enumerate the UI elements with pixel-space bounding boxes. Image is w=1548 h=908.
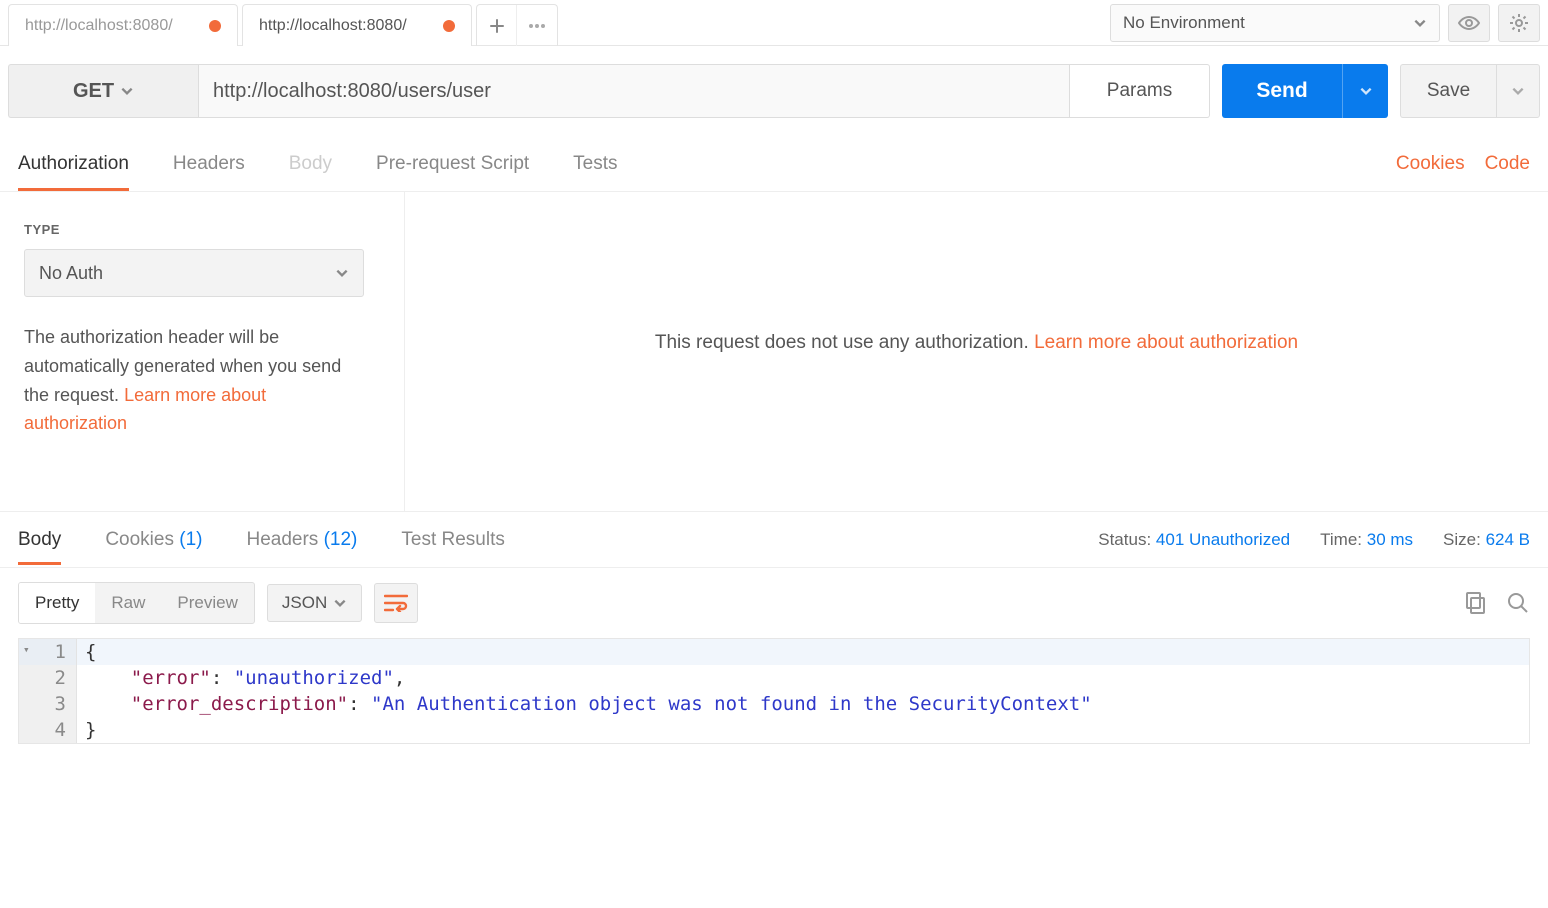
cookies-link[interactable]: Cookies [1396,153,1465,175]
request-tab[interactable]: http://localhost:8080/ [242,4,472,46]
unsaved-indicator-icon [443,20,455,32]
ellipsis-icon [528,23,546,29]
tab-tests[interactable]: Tests [573,153,617,175]
time-value: 30 ms [1367,530,1413,549]
send-dropdown[interactable] [1342,64,1388,118]
method-select[interactable]: GET [8,64,198,118]
settings-button[interactable] [1498,4,1540,42]
chevron-down-icon [333,596,347,610]
method-label: GET [73,80,114,103]
auth-type-select[interactable]: No Auth [24,249,364,297]
request-tab[interactable]: http://localhost:8080/ [8,4,238,46]
auth-empty-message: This request does not use any authorizat… [405,192,1548,511]
auth-type-label: TYPE [24,222,380,237]
gear-icon [1509,13,1529,33]
search-icon [1506,591,1530,615]
tab-body[interactable]: Body [289,153,332,175]
size-label: Size: 624 B [1443,530,1530,550]
new-tab-button[interactable] [477,5,517,46]
environment-quicklook-button[interactable] [1448,4,1490,42]
unsaved-indicator-icon [209,20,221,32]
view-raw[interactable]: Raw [95,583,161,623]
search-button[interactable] [1506,591,1530,615]
auth-type-value: No Auth [39,263,103,284]
view-preview[interactable]: Preview [161,583,253,623]
auth-description: The authorization header will be automat… [24,323,364,438]
save-dropdown[interactable] [1496,64,1540,118]
resp-tab-headers[interactable]: Headers (12) [246,529,357,551]
line-wrap-icon [384,594,408,612]
url-value: http://localhost:8080/users/user [213,80,491,103]
format-select[interactable]: JSON [267,584,362,622]
save-button[interactable]: Save [1400,64,1496,118]
tab-menu-button[interactable] [517,5,557,46]
eye-icon [1458,16,1480,30]
chevron-down-icon [1413,16,1427,30]
tab-headers[interactable]: Headers [173,153,245,175]
environment-select[interactable]: No Environment [1110,4,1440,42]
code-link[interactable]: Code [1485,153,1530,175]
url-input[interactable]: http://localhost:8080/users/user [198,64,1070,118]
tab-prerequest[interactable]: Pre-request Script [376,153,529,175]
environment-label: No Environment [1123,13,1245,33]
chevron-down-icon [1511,84,1525,98]
chevron-down-icon [1359,84,1373,98]
send-button[interactable]: Send [1222,64,1342,118]
line-wrap-button[interactable] [374,583,418,623]
time-label: Time: 30 ms [1320,530,1413,550]
size-value: 624 B [1486,530,1530,549]
tab-label: http://localhost:8080/ [259,17,407,35]
plus-icon [490,19,504,33]
fold-toggle-icon[interactable]: ▾ [23,643,30,656]
params-button[interactable]: Params [1070,64,1210,118]
status-label: Status: 401 Unauthorized [1098,530,1290,550]
chevron-down-icon [120,84,134,98]
resp-tab-cookies[interactable]: Cookies (1) [105,529,202,551]
copy-button[interactable] [1464,591,1488,615]
tab-authorization[interactable]: Authorization [18,153,129,175]
learn-more-link[interactable]: Learn more about authorization [1034,332,1298,353]
copy-icon [1464,591,1488,615]
status-value: 401 Unauthorized [1156,530,1290,549]
resp-tab-tests[interactable]: Test Results [401,529,504,551]
response-body-viewer[interactable]: ▾1 { 2 "error": "unauthorized", 3 "error… [18,638,1530,744]
view-pretty[interactable]: Pretty [19,583,95,623]
view-mode-segment: Pretty Raw Preview [18,582,255,624]
chevron-down-icon [335,266,349,280]
tab-label: http://localhost:8080/ [25,17,173,35]
resp-tab-body[interactable]: Body [18,529,61,551]
